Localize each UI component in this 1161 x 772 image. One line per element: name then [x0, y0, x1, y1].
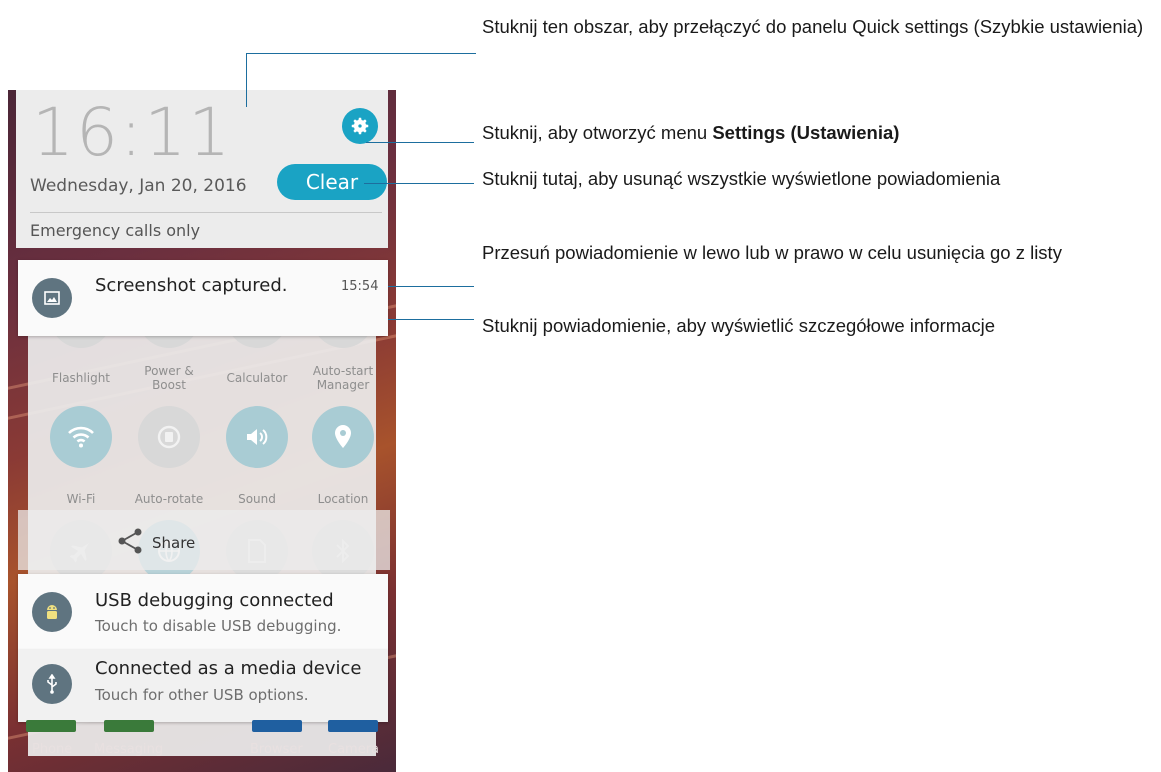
media-device-notification[interactable]: Connected as a media device Touch for ot… — [18, 650, 388, 722]
notification-time: 15:54 — [341, 279, 379, 294]
auto-rotate-icon — [157, 425, 181, 449]
screenshot-notification[interactable]: Screenshot captured. 15:54 — [18, 260, 388, 336]
annotation-settings: Stuknij, aby otworzyć menu Settings (Ust… — [482, 120, 1157, 145]
image-icon — [44, 291, 60, 305]
qs-label-power-boost: Power & Boost — [144, 364, 194, 392]
qs-label-wifi: Wi-Fi — [66, 492, 96, 506]
figure: 16:11 Wednesday, Jan 20, 2016 Clear Emer… — [0, 0, 1161, 772]
annotation-quick-settings: Stuknij ten obszar, aby przełączyć do pa… — [482, 16, 1144, 37]
qs-label-auto-rotate: Auto-rotate — [134, 492, 204, 506]
callout-line-quick-settings — [246, 53, 476, 54]
quick-settings-header[interactable]: 16:11 Wednesday, Jan 20, 2016 Clear Emer… — [16, 90, 388, 248]
notification-icon — [32, 664, 72, 704]
annotation-settings-text: Stuknij, aby otworzyć menu — [482, 122, 713, 143]
dock-icon — [252, 720, 302, 732]
annotation-clear: Stuknij tutaj, aby usunąć wszystkie wyśw… — [482, 168, 1001, 189]
qs-label-location: Location — [317, 492, 369, 506]
notification-icon — [32, 278, 72, 318]
annotation-settings-bold: Settings (Ustawienia) — [712, 122, 900, 143]
notification-title: USB debugging connected — [95, 590, 334, 611]
notification-title: Connected as a media device — [95, 658, 362, 679]
speaker-icon — [247, 429, 268, 445]
notification-title: Screenshot captured. — [95, 275, 288, 296]
clear-button[interactable]: Clear — [277, 164, 387, 200]
share-icon — [118, 528, 142, 554]
gear-icon — [351, 117, 369, 135]
callout-line-swipe — [388, 286, 474, 287]
location-toggle[interactable] — [312, 406, 374, 468]
callout-line-quick-settings — [246, 53, 247, 107]
dock-icon — [26, 720, 76, 732]
dock-icon — [328, 720, 378, 732]
dock-label-browser[interactable]: Browser — [250, 742, 303, 757]
notification-icon — [32, 592, 72, 632]
notification-subtitle: Touch to disable USB debugging. — [95, 617, 342, 635]
location-pin-icon — [335, 425, 351, 448]
dock-label-messaging[interactable]: Messaging — [94, 742, 163, 757]
callout-line-tap — [388, 319, 474, 320]
annotation-swipe: Przesuń powiadomienie w lewo lub w prawo… — [482, 242, 1062, 263]
usb-debugging-notification[interactable]: USB debugging connected Touch to disable… — [18, 574, 388, 650]
qs-label-auto-start: Auto-start Manager — [312, 364, 374, 392]
android-icon — [47, 605, 57, 619]
auto-rotate-toggle[interactable] — [138, 406, 200, 468]
annotation-tap-notification: Stuknij powiadomienie, aby wyświetlić sz… — [482, 315, 996, 336]
date: Wednesday, Jan 20, 2016 — [30, 176, 247, 196]
dock-icon — [104, 720, 154, 732]
dock-label-camera[interactable]: Camera — [328, 742, 379, 757]
carrier-status: Emergency calls only — [30, 221, 201, 240]
notification-subtitle: Touch for other USB options. — [95, 686, 309, 704]
clock: 16:11 — [32, 94, 233, 171]
sound-toggle[interactable] — [226, 406, 288, 468]
callout-line-settings — [366, 142, 474, 143]
wifi-toggle[interactable] — [50, 406, 112, 468]
notification-panel-screenshot: 16:11 Wednesday, Jan 20, 2016 Clear Emer… — [8, 90, 396, 772]
settings-button[interactable] — [342, 108, 378, 144]
divider — [30, 212, 382, 213]
qs-label-calculator: Calculator — [226, 371, 288, 385]
callout-line-clear — [364, 183, 474, 184]
share-label[interactable]: Share — [152, 534, 195, 552]
wifi-icon — [68, 426, 94, 448]
qs-label-sound: Sound — [238, 492, 276, 506]
share-bar[interactable] — [18, 510, 390, 570]
dock-label-phone[interactable]: Phone — [32, 742, 72, 757]
qs-label-flashlight: Flashlight — [51, 371, 111, 385]
usb-icon — [47, 674, 57, 694]
